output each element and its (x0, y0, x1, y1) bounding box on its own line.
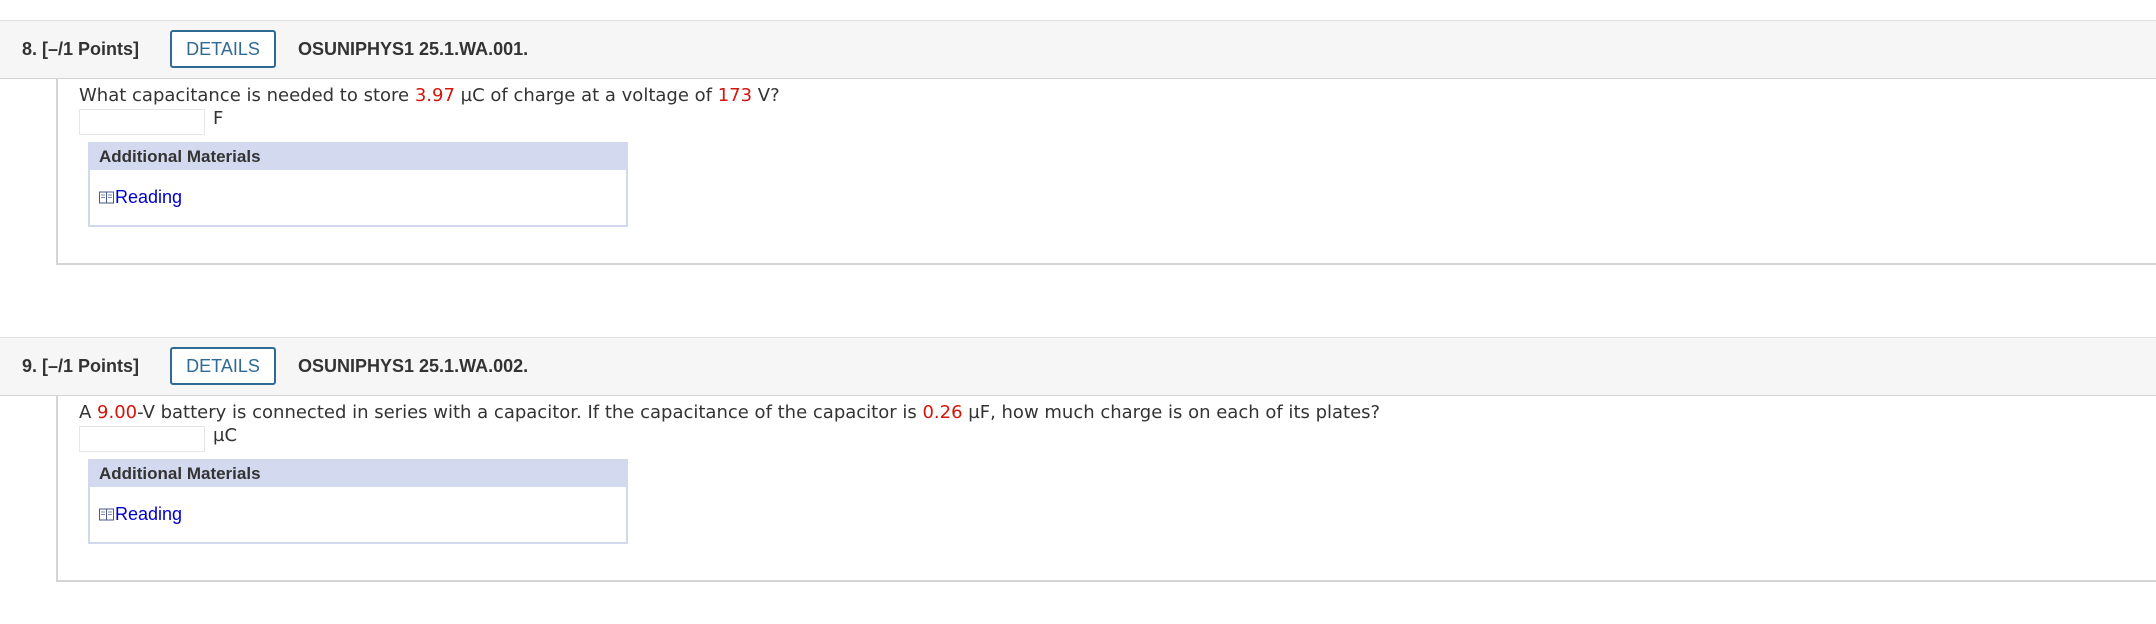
reading-link[interactable]: Reading (99, 187, 182, 208)
question-body-8: What capacitance is needed to store 3.97… (56, 79, 2156, 265)
details-button[interactable]: DETAILS (170, 30, 276, 68)
question-points: 9. [–/1 Points] (22, 356, 140, 376)
additional-materials-title: Additional Materials (90, 461, 626, 487)
randomized-value: 173 (717, 85, 753, 106)
reading-link[interactable]: Reading (99, 504, 182, 525)
question-text: A 9.00-V battery is connected in series … (79, 402, 1380, 423)
question-text-part: µF, how much charge is on each of its pl… (962, 402, 1381, 423)
question-text-part: What capacitance is needed to store (79, 85, 415, 106)
reading-label[interactable]: Reading (115, 504, 182, 524)
book-icon (99, 191, 114, 204)
additional-materials-panel: Additional Materials Reading (88, 142, 628, 227)
answer-input[interactable] (79, 426, 205, 452)
answer-unit: F (213, 108, 224, 129)
question-text-part: A (79, 402, 98, 423)
randomized-value: 3.97 (414, 85, 455, 106)
additional-materials-title: Additional Materials (90, 144, 626, 170)
details-button[interactable]: DETAILS (170, 347, 276, 385)
answer-input[interactable] (79, 109, 205, 135)
randomized-value: 9.00 (97, 402, 138, 423)
question-header-9: 9. [–/1 Points] DETAILS OSUNIPHYS1 25.1.… (0, 337, 2156, 396)
question-id: OSUNIPHYS1 25.1.WA.002. (298, 356, 529, 376)
question-text-part: V? (752, 85, 780, 106)
question-header-8: 8. [–/1 Points] DETAILS OSUNIPHYS1 25.1.… (0, 20, 2156, 79)
question-text-part: µC of charge at a voltage of (454, 85, 718, 106)
answer-unit: µC (213, 425, 238, 446)
question-body-9: A 9.00-V battery is connected in series … (56, 396, 2156, 582)
randomized-value: 0.26 (922, 402, 963, 423)
question-points: 8. [–/1 Points] (22, 39, 140, 59)
reading-label[interactable]: Reading (115, 187, 182, 207)
question-text: What capacitance is needed to store 3.97… (79, 85, 780, 106)
book-icon (99, 508, 114, 521)
question-id: OSUNIPHYS1 25.1.WA.001. (298, 39, 529, 59)
question-text-part: -V battery is connected in series with a… (137, 402, 923, 423)
additional-materials-panel: Additional Materials Reading (88, 459, 628, 544)
